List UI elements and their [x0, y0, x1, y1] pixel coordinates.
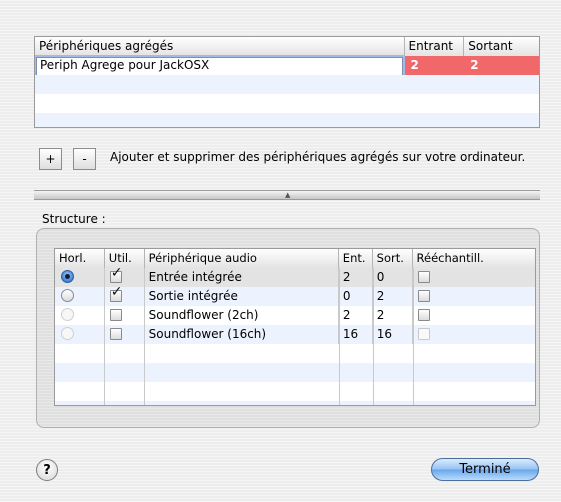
- aggregate-devices-table: Périphériques agrégés Entrant Sortant Pe…: [34, 36, 540, 128]
- clock-source-radio[interactable]: [61, 289, 74, 302]
- clock-cell: [55, 287, 105, 306]
- column-divider: [339, 268, 340, 405]
- column-header-in[interactable]: Ent.: [339, 249, 373, 268]
- resample-checkbox[interactable]: [417, 270, 430, 283]
- divider-handle-icon[interactable]: ▲: [285, 192, 290, 199]
- audio-device-name: Sortie intégrée: [145, 287, 339, 306]
- use-cell: [105, 306, 145, 325]
- structure-table: Horl. Util. Périphérique audio Ent. Sort…: [54, 248, 536, 406]
- column-divider: [373, 268, 374, 405]
- resample-cell: [413, 306, 535, 325]
- add-aggregate-button[interactable]: +: [39, 148, 62, 170]
- empty-row: [55, 344, 535, 363]
- resample-cell: [413, 268, 535, 287]
- resample-cell: [413, 287, 535, 306]
- description-text: Ajouter et supprimer des périphériques a…: [110, 150, 526, 164]
- column-header-resample[interactable]: Rééchantill.: [413, 249, 535, 268]
- structure-label: Structure :: [42, 212, 106, 226]
- resample-checkbox[interactable]: [417, 308, 430, 321]
- column-divider: [413, 268, 414, 405]
- column-header-out[interactable]: Sort.: [373, 249, 413, 268]
- clock-source-radio[interactable]: [61, 327, 74, 340]
- empty-row: [55, 382, 535, 401]
- clock-cell: [55, 306, 105, 325]
- column-header-clock[interactable]: Horl.: [55, 249, 105, 268]
- use-device-checkbox[interactable]: ✓: [109, 268, 123, 283]
- device-name-cell[interactable]: Periph Agrege pour JackOSX: [35, 56, 405, 76]
- device-outputs: 2: [373, 306, 413, 325]
- empty-row: [55, 363, 535, 382]
- use-cell: ✓: [105, 287, 145, 306]
- structure-table-header: Horl. Util. Périphérique audio Ent. Sort…: [55, 249, 535, 269]
- outputs-count: 2: [464, 56, 539, 75]
- use-cell: [105, 325, 145, 344]
- use-device-checkbox[interactable]: ✓: [109, 287, 123, 302]
- device-name-field[interactable]: Periph Agrege pour JackOSX: [36, 57, 403, 76]
- resample-checkbox[interactable]: [417, 327, 430, 340]
- use-device-checkbox[interactable]: [109, 308, 122, 321]
- audio-device-name: Soundflower (2ch): [145, 306, 339, 325]
- empty-row: [35, 113, 539, 127]
- clock-source-radio[interactable]: [61, 308, 74, 321]
- split-view-divider[interactable]: ▲: [34, 190, 540, 200]
- empty-row: [35, 94, 539, 113]
- checkmark-icon: ✓: [110, 268, 123, 281]
- column-header-use[interactable]: Util.: [105, 249, 145, 268]
- resample-cell: [413, 325, 535, 344]
- empty-row: [55, 401, 535, 405]
- help-button[interactable]: ?: [36, 459, 58, 481]
- column-header-inputs[interactable]: Entrant: [405, 37, 465, 56]
- done-button[interactable]: Terminé: [431, 458, 539, 481]
- device-inputs: 2: [339, 306, 373, 325]
- aggregate-table-header: Périphériques agrégés Entrant Sortant: [35, 37, 539, 57]
- inputs-count: 2: [404, 56, 465, 75]
- resample-checkbox[interactable]: [417, 289, 430, 302]
- use-device-checkbox[interactable]: [109, 327, 122, 340]
- table-row[interactable]: Soundflower (16ch) 16 16: [55, 325, 535, 344]
- device-inputs: 2: [339, 268, 373, 287]
- table-row[interactable]: Soundflower (2ch) 2 2: [55, 306, 535, 325]
- checkmark-icon: ✓: [110, 287, 123, 300]
- clock-cell: [55, 325, 105, 344]
- device-outputs: 16: [373, 325, 413, 344]
- column-divider: [104, 268, 105, 405]
- clock-source-radio[interactable]: [61, 270, 74, 283]
- column-header-aggregate-devices[interactable]: Périphériques agrégés: [35, 37, 405, 56]
- remove-aggregate-button[interactable]: -: [73, 148, 96, 170]
- device-outputs: 2: [373, 287, 413, 306]
- table-row[interactable]: ✓ Sortie intégrée 0 2: [55, 287, 535, 306]
- column-header-audio-device[interactable]: Périphérique audio: [145, 249, 339, 268]
- use-cell: ✓: [105, 268, 145, 287]
- table-row[interactable]: Periph Agrege pour JackOSX 2 2: [35, 56, 539, 76]
- audio-device-name: Soundflower (16ch): [145, 325, 339, 344]
- table-row[interactable]: ✓ Entrée intégrée 2 0: [55, 268, 535, 287]
- clock-cell: [55, 268, 105, 287]
- column-divider: [144, 268, 145, 405]
- empty-row: [35, 75, 539, 94]
- column-header-outputs[interactable]: Sortant: [464, 37, 539, 56]
- device-inputs: 16: [339, 325, 373, 344]
- device-outputs: 0: [373, 268, 413, 287]
- device-inputs: 0: [339, 287, 373, 306]
- audio-device-name: Entrée intégrée: [145, 268, 339, 287]
